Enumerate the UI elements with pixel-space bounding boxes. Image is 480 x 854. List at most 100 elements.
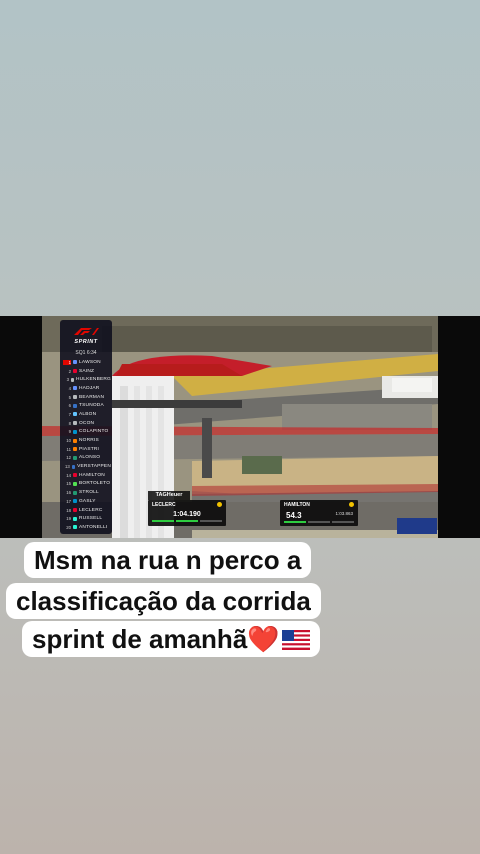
driver-name: LAWSON xyxy=(79,359,101,365)
driver-row: 5 BEARMAN xyxy=(63,393,111,402)
driver-position: 8 xyxy=(68,420,71,426)
team-logo-icon xyxy=(73,508,77,513)
team-logo-icon xyxy=(73,429,77,434)
driver-position: 20 xyxy=(66,524,71,530)
driver-name: BEARMAN xyxy=(79,394,105,400)
driver-name: COLAPINTO xyxy=(79,429,109,435)
driver-position: 10 xyxy=(66,438,71,444)
driver-position: 18 xyxy=(66,507,71,513)
driver-position: 15 xyxy=(66,481,71,487)
driver-row: 12 ALONSO xyxy=(63,454,111,463)
team-logo-icon xyxy=(73,386,77,391)
caption-line-3: sprint de amanhã❤️ xyxy=(22,621,320,657)
driver-name: HAMILTON xyxy=(79,472,105,478)
team-logo-icon xyxy=(73,412,77,417)
team-logo-icon xyxy=(73,438,77,443)
driver-row: 1 LAWSON xyxy=(63,358,111,367)
driver-position: 2 xyxy=(68,368,71,374)
driver-name: OCON xyxy=(79,420,95,426)
us-flag-icon xyxy=(281,630,310,650)
driver-position: 6 xyxy=(68,403,71,409)
sector-bar xyxy=(200,520,222,522)
driver-row: 15 BORTOLETO xyxy=(63,480,111,489)
driver-position: 4 xyxy=(68,385,71,391)
team-logo-icon xyxy=(73,447,77,452)
driver-name: VERSTAPPEN xyxy=(77,464,111,470)
team-logo-icon xyxy=(73,455,77,460)
caption-line-1: Msm na rua n perco a xyxy=(24,542,312,578)
driver-position: 14 xyxy=(66,472,71,478)
driver-row: 6 TSUNODA xyxy=(63,401,111,410)
driver-name: TSUNODA xyxy=(79,403,104,409)
caption-line-2: classificação da corrida xyxy=(6,583,321,619)
team-logo-icon xyxy=(73,473,77,478)
medium-tyre-icon xyxy=(217,502,222,507)
driver-row: 13 VERSTAPPEN xyxy=(63,462,111,471)
driver-position: 12 xyxy=(66,455,71,461)
driver-row: 10 NORRIS xyxy=(63,436,111,445)
team-logo-icon xyxy=(70,377,74,382)
team-logo-icon xyxy=(73,421,77,426)
driver-name: RUSSELL xyxy=(79,516,103,522)
current-lap-time: 54.3 xyxy=(286,511,302,520)
team-logo-icon xyxy=(73,499,77,504)
f1-logo-icon xyxy=(74,328,99,335)
driver-name: ALONSO xyxy=(79,455,101,461)
driver-position: 13 xyxy=(64,464,70,470)
driver-name: HADJAR xyxy=(79,385,100,391)
sector-bar xyxy=(308,521,330,523)
caption-text: sprint de amanhã xyxy=(32,624,248,654)
driver-list: 1 LAWSON 2 SAINZ 3 HULKENBERG 4 HADJAR 5 BEARMAN 6… xyxy=(63,358,111,532)
driver-position: 9 xyxy=(68,429,71,435)
driver-row: 7 ALBON xyxy=(63,410,111,419)
driver-position: 16 xyxy=(66,490,71,496)
driver-row: 14 HAMILTON xyxy=(63,471,111,480)
driver-row: 11 PIASTRI xyxy=(63,445,111,454)
driver-name: HULKENBERG xyxy=(75,377,111,383)
driver-name: STROLL xyxy=(79,490,99,496)
driver-name: PIASTRI xyxy=(79,446,100,452)
team-logo-icon xyxy=(73,516,77,521)
driver-name: LECLERC xyxy=(79,507,103,513)
team-logo-icon xyxy=(73,395,77,400)
timing-driver-name: HAMILTON xyxy=(284,502,310,508)
driver-name: SAINZ xyxy=(79,368,95,374)
driver-position: 17 xyxy=(66,498,71,504)
team-logo-icon xyxy=(73,360,77,365)
driver-row: 9 COLAPINTO xyxy=(63,428,111,437)
video-frame[interactable]: SPRINT SQ1 6:34 1 LAWSON 2 SAINZ 3 HULKENBERG… xyxy=(42,316,438,538)
driver-position: 19 xyxy=(66,516,71,522)
team-logo-icon xyxy=(71,464,76,469)
driver-row: 18 LECLERC xyxy=(63,506,111,515)
sector-bar xyxy=(176,520,198,522)
driver-name: NORRIS xyxy=(79,438,99,444)
timing-driver-name: LECLERC xyxy=(152,502,176,508)
driver-name: ANTONELLI xyxy=(79,524,108,530)
driver-name: BORTOLETO xyxy=(79,481,111,487)
driver-position: 11 xyxy=(66,446,71,452)
driver-row: 17 GASLY xyxy=(63,497,111,506)
driver-position: 3 xyxy=(66,377,69,383)
timing-card-left: LECLERC 1:04.190 xyxy=(148,500,226,526)
lap-time: 1:04.190 xyxy=(173,511,201,518)
team-logo-icon xyxy=(73,490,77,495)
driver-row: 4 HADJAR xyxy=(63,384,111,393)
sector-bar xyxy=(332,521,354,523)
sector-bar xyxy=(284,521,306,523)
sector-bars xyxy=(152,520,222,523)
team-logo-icon xyxy=(73,369,77,374)
driver-position: 5 xyxy=(68,394,71,400)
best-lap-time: 1:03.863 xyxy=(335,511,353,516)
driver-row: 19 RUSSELL xyxy=(63,514,111,523)
team-logo-icon xyxy=(73,403,77,408)
leaderboard: SPRINT SQ1 6:34 1 LAWSON 2 SAINZ 3 HULKENBERG… xyxy=(60,320,112,534)
medium-tyre-icon xyxy=(349,502,354,507)
driver-row: 3 HULKENBERG xyxy=(63,375,111,384)
sector-bars xyxy=(284,521,354,524)
sponsor-badge: TAGHeuer xyxy=(148,491,190,500)
sprint-label: SPRINT xyxy=(74,339,98,345)
driver-position: 1 xyxy=(63,359,71,365)
driver-row: 2 SAINZ xyxy=(63,367,111,376)
team-logo-icon xyxy=(73,525,77,530)
red-heart-icon: ❤️ xyxy=(247,624,280,654)
